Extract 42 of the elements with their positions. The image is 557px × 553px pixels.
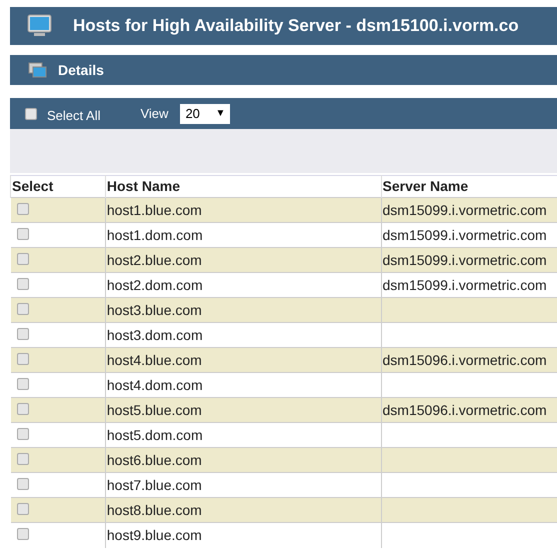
table-cell: dsm15099.i.vormetric.com bbox=[382, 202, 547, 218]
row-checkbox[interactable] bbox=[16, 453, 28, 465]
row-checkbox[interactable] bbox=[16, 403, 28, 415]
row-checkbox[interactable] bbox=[16, 253, 28, 265]
table-cell: host6.blue.com bbox=[106, 452, 202, 468]
select-all-checkbox[interactable] bbox=[25, 108, 37, 120]
table-cell: host3.blue.com bbox=[106, 302, 202, 318]
table-cell: dsm15096.i.vormetric.com bbox=[382, 402, 547, 418]
window-title: Hosts for High Availability Server - dsm15100.i.vorm.co bbox=[73, 15, 519, 38]
table-cell: host7.blue.com bbox=[106, 476, 202, 492]
table-cell: host1.blue.com bbox=[106, 202, 202, 218]
row-checkbox[interactable] bbox=[16, 353, 28, 365]
table-cell: host4.dom.com bbox=[106, 376, 203, 392]
row-checkbox[interactable] bbox=[16, 278, 28, 290]
table-cell: dsm15099.i.vormetric.com bbox=[382, 226, 547, 242]
row-checkbox[interactable] bbox=[16, 528, 28, 540]
table-cell: host2.blue.com bbox=[106, 252, 202, 268]
row-checkbox[interactable] bbox=[16, 303, 28, 315]
row-checkbox[interactable] bbox=[16, 478, 28, 490]
table-cell: dsm15096.i.vormetric.com bbox=[382, 352, 547, 368]
table-cell: host2.dom.com bbox=[106, 276, 203, 292]
table-cell: host4.blue.com bbox=[106, 352, 202, 368]
monitors-icon bbox=[28, 62, 47, 78]
view-label: View bbox=[140, 104, 168, 123]
row-checkbox[interactable] bbox=[16, 228, 28, 240]
table-cell: host5.dom.com bbox=[106, 426, 203, 442]
row-checkbox[interactable] bbox=[16, 378, 28, 390]
monitor-icon bbox=[27, 14, 52, 38]
table-cell: host8.blue.com bbox=[106, 502, 202, 518]
row-checkbox[interactable] bbox=[16, 203, 28, 215]
table-cell: host9.blue.com bbox=[106, 526, 202, 543]
table-cell: dsm15099.i.vormetric.com bbox=[382, 276, 547, 292]
row-checkbox[interactable] bbox=[16, 503, 28, 515]
table-cell: dsm15099.i.vormetric.com bbox=[382, 252, 547, 268]
select-all-label: Select All bbox=[47, 106, 100, 125]
section-title: Details bbox=[58, 60, 104, 80]
table-cell: host3.dom.com bbox=[106, 326, 203, 342]
row-checkbox[interactable] bbox=[16, 328, 28, 340]
row-checkbox[interactable] bbox=[16, 428, 28, 440]
table-cell: host5.blue.com bbox=[106, 402, 202, 418]
table-cell: host1.dom.com bbox=[106, 226, 203, 242]
view-dropdown[interactable]: 20 ▼ bbox=[180, 104, 230, 124]
